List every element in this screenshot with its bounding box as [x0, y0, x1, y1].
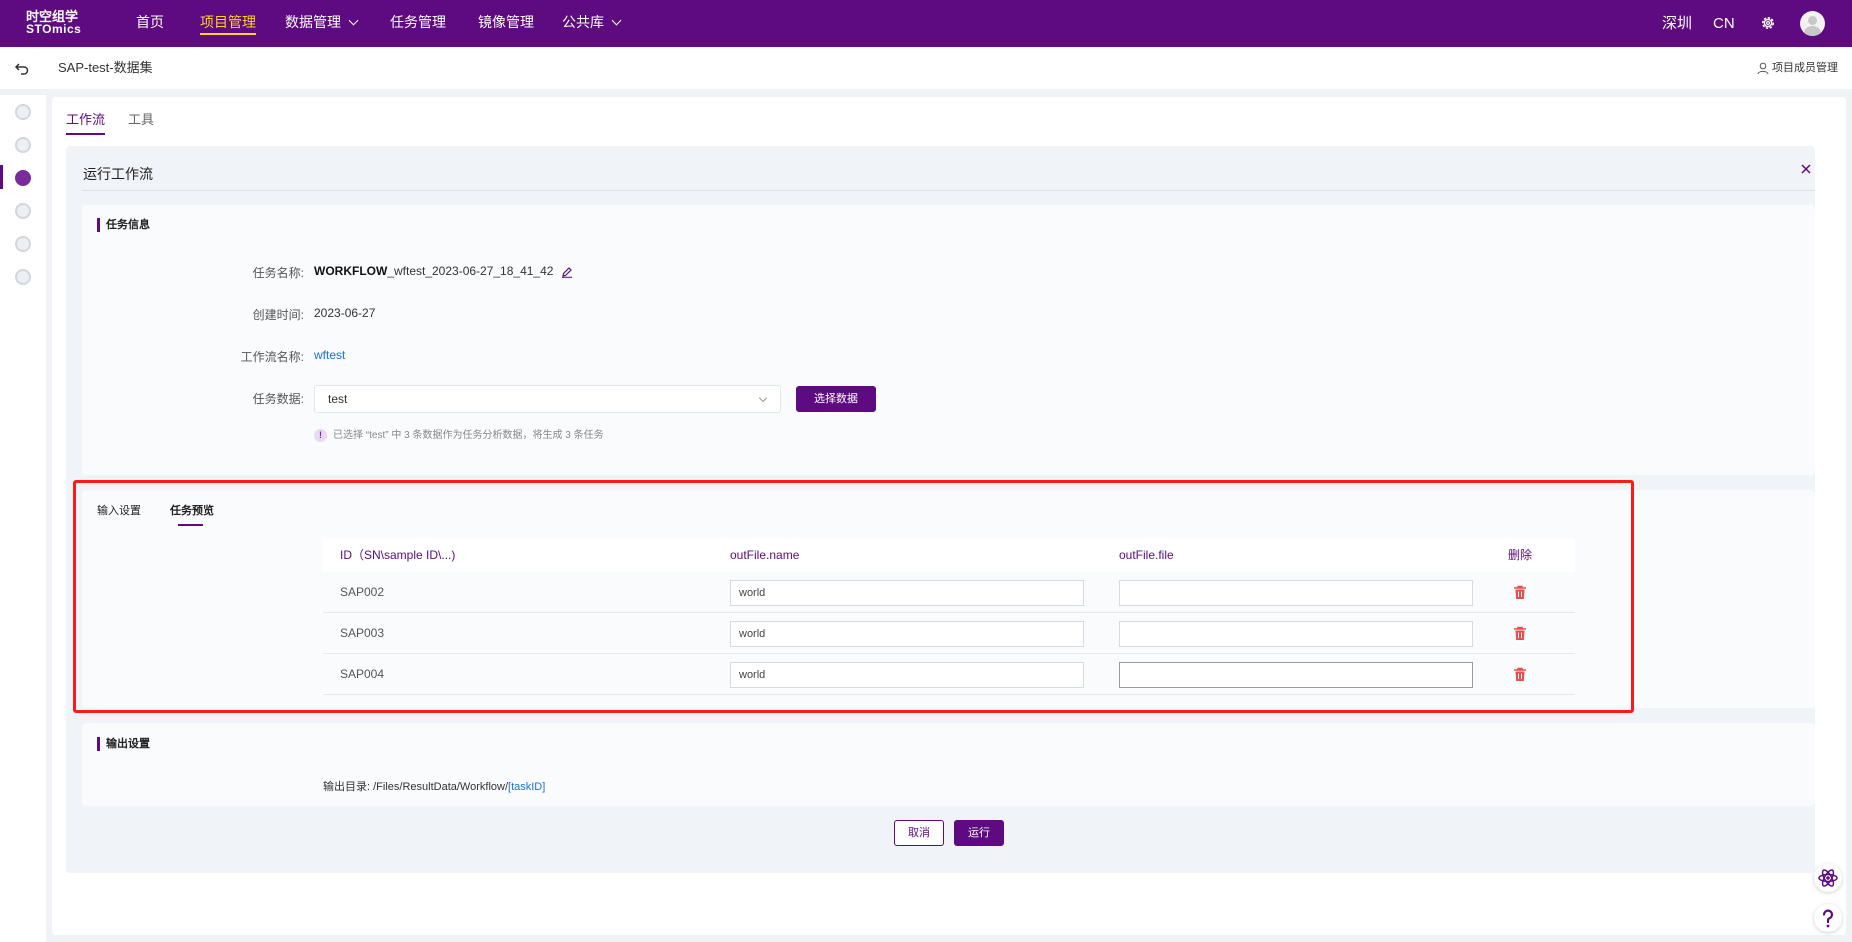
output-dir-label: 输出目录:	[323, 781, 371, 793]
nav-images[interactable]: 镜像管理	[478, 0, 534, 47]
back-icon[interactable]	[14, 60, 30, 76]
output-directory: 输出目录: /Files/ResultData/Workflow/[taskID…	[323, 778, 545, 794]
tab-workflow[interactable]: 工作流	[66, 112, 106, 135]
task-data-selected: test	[328, 392, 348, 406]
select-data-button[interactable]: 选择数据	[796, 386, 876, 412]
selection-hint: ! 已选择 “test” 中 3 条数据作为任务分析数据，将生成 3 条任务	[314, 426, 604, 442]
column-header-delete: 删除	[1508, 548, 1533, 562]
trash-icon[interactable]	[1513, 626, 1527, 641]
row-id: SAP003	[340, 626, 385, 640]
table-row: SAP002 world	[323, 572, 1575, 613]
sidebar-settings-icon[interactable]	[15, 269, 31, 285]
project-members-link[interactable]: 项目成员管理	[1757, 47, 1838, 89]
info-icon: !	[314, 428, 327, 442]
panel-title: 运行工作流	[83, 166, 153, 182]
row-id: SAP002	[340, 585, 385, 599]
nav-data[interactable]: 数据管理	[285, 0, 359, 47]
help-button[interactable]	[1814, 904, 1842, 932]
nav-data-label: 数据管理	[285, 14, 341, 30]
trash-icon[interactable]	[1513, 585, 1527, 600]
outfile-file-input[interactable]	[1119, 621, 1473, 647]
tab-tools[interactable]: 工具	[128, 112, 154, 128]
sidebar-tools-icon[interactable]	[15, 203, 31, 219]
subtab-input-settings[interactable]: 输入设置	[97, 504, 141, 518]
task-info-heading: 任务信息	[97, 218, 150, 232]
outfile-file-input[interactable]	[1119, 580, 1473, 606]
table-row: SAP004 world	[323, 654, 1575, 695]
table-row: SAP003 world	[323, 613, 1575, 654]
created-time-value: 2023-06-27	[314, 306, 376, 320]
task-name-prefix: WORKFLOW	[314, 264, 388, 278]
nav-projects[interactable]: 项目管理	[200, 0, 256, 47]
nav-public-library[interactable]: 公共库	[562, 0, 622, 47]
divider	[82, 190, 1815, 191]
assistant-button[interactable]	[1814, 864, 1842, 892]
subtab-task-preview[interactable]: 任务预览	[170, 504, 214, 526]
sidebar-tasks-icon[interactable]	[15, 236, 31, 252]
cancel-button[interactable]: 取消	[894, 820, 944, 846]
task-name-rest: _wftest_2023-06-27_18_41_42	[387, 264, 554, 278]
column-header-outfile-name: outFile.name	[730, 548, 800, 562]
sidebar-data-icon[interactable]	[15, 137, 31, 153]
sidebar-active-indicator	[0, 165, 3, 189]
output-dir-path: /Files/ResultData/Workflow/	[373, 781, 509, 793]
top-nav: 时空组学 STOmics 首页 项目管理 数据管理 任务管理 镜像管理 公共库 …	[0, 0, 1852, 47]
task-data-label: 任务数据:	[252, 392, 304, 406]
logo-line2: STOmics	[26, 22, 82, 36]
region-switch[interactable]: 深圳	[1662, 0, 1692, 47]
chevron-down-icon	[611, 15, 622, 26]
edit-icon[interactable]	[561, 266, 573, 278]
output-dir-variable: [taskID]	[508, 781, 546, 793]
task-data-select[interactable]: test	[314, 385, 781, 413]
members-label: 项目成员管理	[1772, 62, 1838, 74]
task-name-value: WORKFLOW_wftest_2023-06-27_18_41_42	[314, 264, 573, 278]
outfile-name-input[interactable]: world	[730, 662, 1084, 688]
workflow-name-label: 工作流名称:	[240, 350, 304, 364]
column-header-id: ID（SN\sample ID\...)	[340, 548, 456, 562]
nav-home[interactable]: 首页	[136, 0, 164, 47]
trash-icon[interactable]	[1513, 667, 1527, 682]
close-icon[interactable]	[1800, 163, 1812, 175]
outfile-name-input[interactable]: world	[730, 621, 1084, 647]
selection-hint-text: 已选择 “test” 中 3 条数据作为任务分析数据，将生成 3 条任务	[333, 430, 604, 441]
run-button[interactable]: 运行	[954, 820, 1004, 846]
task-name-label: 任务名称:	[252, 266, 304, 280]
column-header-outfile-file: outFile.file	[1119, 548, 1174, 562]
workflow-name-link[interactable]: wftest	[314, 348, 345, 362]
sidebar-workflow-icon[interactable]	[15, 170, 31, 186]
atom-icon	[1818, 869, 1838, 887]
avatar[interactable]	[1800, 11, 1825, 36]
gear-icon[interactable]	[1760, 15, 1776, 31]
outfile-name-input[interactable]: world	[730, 580, 1084, 606]
chevron-down-icon	[758, 393, 768, 403]
left-sidebar	[0, 95, 46, 942]
outfile-file-input[interactable]	[1119, 662, 1473, 688]
sidebar-overview-icon[interactable]	[15, 104, 31, 120]
page-title: SAP-test-数据集	[58, 60, 153, 75]
language-switch[interactable]: CN	[1713, 0, 1735, 47]
logo[interactable]: 时空组学 STOmics	[26, 10, 86, 36]
row-id: SAP004	[340, 667, 385, 681]
user-icon	[1757, 62, 1769, 74]
nav-tasks[interactable]: 任务管理	[390, 0, 446, 47]
table-header: ID（SN\sample ID\...) outFile.name outFil…	[323, 539, 1575, 572]
output-settings-heading: 输出设置	[97, 737, 150, 751]
chevron-down-icon	[348, 15, 359, 26]
sub-header: SAP-test-数据集 项目成员管理	[0, 47, 1852, 89]
question-icon	[1822, 909, 1834, 928]
created-time-label: 创建时间:	[252, 308, 304, 322]
nav-public-label: 公共库	[562, 14, 604, 30]
